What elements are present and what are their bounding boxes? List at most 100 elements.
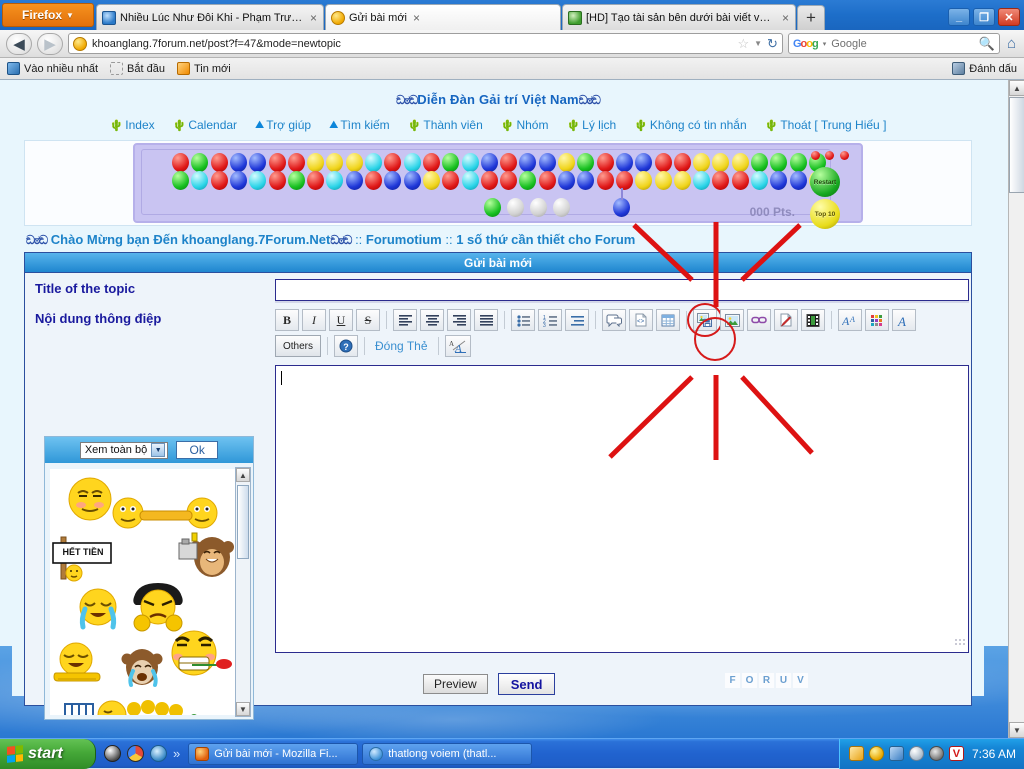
smiley-rose-in-teeth[interactable] bbox=[162, 627, 232, 686]
scroll-up-icon[interactable]: ▲ bbox=[236, 468, 250, 482]
firefox-menu-button[interactable]: Firefox ▼ bbox=[2, 3, 94, 27]
bold-button[interactable]: B bbox=[275, 309, 299, 331]
forward-button[interactable]: ▶ bbox=[37, 33, 63, 55]
font-face-button[interactable]: A bbox=[892, 309, 916, 331]
nav-link-members[interactable]: 🌵Thành viên bbox=[408, 118, 483, 132]
resize-handle[interactable] bbox=[955, 639, 965, 649]
send-button[interactable]: Send bbox=[498, 673, 556, 695]
nav-link-messages[interactable]: 🌵Không có tin nhắn bbox=[634, 118, 746, 132]
align-right-button[interactable] bbox=[447, 309, 471, 331]
vietkey-icon[interactable]: V bbox=[949, 746, 964, 761]
smilies-scrollbar-thumb[interactable] bbox=[237, 485, 249, 559]
page-scrollbar-thumb[interactable] bbox=[1009, 97, 1024, 193]
chevron-down-icon[interactable]: ▾ bbox=[823, 40, 827, 48]
magnifier-icon[interactable]: 🔍 bbox=[979, 36, 995, 52]
nav-link-groups[interactable]: 🌵Nhóm bbox=[501, 118, 549, 132]
insert-image-button[interactable] bbox=[720, 309, 744, 331]
game-shooter-ball[interactable] bbox=[613, 198, 630, 217]
others-button[interactable]: Others bbox=[275, 335, 321, 357]
help-button[interactable]: ? bbox=[334, 335, 358, 357]
smiley-sign-het-tien[interactable]: HẾT TIỀN bbox=[52, 535, 114, 590]
remove-format-button[interactable]: AA bbox=[445, 335, 471, 357]
insert-link-button[interactable] bbox=[747, 309, 771, 331]
back-button[interactable]: ◀ bbox=[6, 33, 32, 55]
align-center-button[interactable] bbox=[420, 309, 444, 331]
smiley-piano[interactable] bbox=[64, 699, 214, 715]
font-size-button[interactable]: AA bbox=[838, 309, 862, 331]
scroll-down-icon[interactable]: ▼ bbox=[1009, 722, 1024, 738]
smilies-grid[interactable]: HẾT TIỀN bbox=[50, 469, 235, 715]
bookmark-most-visited[interactable]: Vào nhiều nhất bbox=[7, 62, 98, 75]
bookmark-manager-button[interactable]: Đánh dấu bbox=[952, 62, 1017, 75]
smiley-crying-laughing[interactable] bbox=[72, 587, 124, 634]
game-restart-button[interactable]: Restart bbox=[810, 167, 840, 197]
mail-icon[interactable] bbox=[849, 746, 864, 761]
smilies-category-select[interactable]: Xem toàn bộ ▼ bbox=[80, 442, 168, 459]
bookmark-latest-headlines[interactable]: Tin mới bbox=[177, 62, 231, 75]
bullet-list-button[interactable] bbox=[511, 309, 535, 331]
nav-link-profile[interactable]: 🌵Lý lịch bbox=[566, 118, 616, 132]
new-tab-button[interactable]: + bbox=[797, 5, 825, 30]
nav-link-index[interactable]: 🌵Index bbox=[110, 118, 155, 132]
numbered-list-button[interactable]: 123 bbox=[538, 309, 562, 331]
chrome-icon[interactable] bbox=[127, 745, 144, 762]
bubble-shooter-game[interactable]: 000 Pts. Restart Top 10 bbox=[133, 143, 863, 223]
volume-icon[interactable] bbox=[929, 746, 944, 761]
yahoo-smiley-icon[interactable] bbox=[869, 746, 884, 761]
browser-tab-3[interactable]: [HD] Tạo tài sản bên dưới bài viết với C… bbox=[562, 4, 796, 30]
taskbar-clock[interactable]: 7:36 AM bbox=[969, 747, 1016, 761]
breadcrumb-link-forumotium[interactable]: Forumotium bbox=[366, 232, 442, 247]
flash-game-banner[interactable]: 000 Pts. Restart Top 10 bbox=[24, 140, 972, 226]
smilies-ok-button[interactable]: Ok bbox=[176, 441, 218, 459]
host-image-button[interactable] bbox=[693, 309, 717, 331]
page-scrollbar[interactable]: ▲ ▼ bbox=[1008, 80, 1024, 738]
search-input[interactable]: Google bbox=[831, 38, 974, 50]
close-icon[interactable]: × bbox=[308, 11, 319, 25]
align-left-button[interactable] bbox=[393, 309, 417, 331]
close-tags-button[interactable]: Đóng Thẻ bbox=[371, 339, 431, 353]
chevron-down-icon[interactable]: ▼ bbox=[151, 443, 165, 457]
italic-button[interactable]: I bbox=[302, 309, 326, 331]
close-icon[interactable]: × bbox=[780, 11, 791, 25]
preview-button[interactable]: Preview bbox=[423, 674, 488, 694]
smilies-scrollbar[interactable]: ▲ ▼ bbox=[235, 467, 251, 717]
close-window-button[interactable]: ✕ bbox=[998, 8, 1020, 26]
smiley-monkey-camera[interactable] bbox=[178, 529, 234, 584]
start-button[interactable]: start bbox=[0, 739, 96, 769]
show-more-icon[interactable]: » bbox=[173, 746, 180, 761]
taskbar-window-firefox[interactable]: Gửi bài mới - Mozilla Fi... bbox=[188, 743, 358, 765]
bookmark-star-icon[interactable]: ☆ bbox=[737, 36, 749, 52]
bookmark-getting-started[interactable]: Bắt đầu bbox=[110, 62, 165, 75]
game-top10-button[interactable]: Top 10 bbox=[810, 199, 840, 229]
scroll-up-icon[interactable]: ▲ bbox=[1009, 80, 1024, 96]
smiley-blank-slot[interactable] bbox=[116, 531, 174, 583]
search-bar[interactable]: Goog ▾ Google 🔍 bbox=[788, 33, 1000, 54]
network-icon[interactable] bbox=[889, 746, 904, 761]
browser-tab-1[interactable]: Nhiều Lúc Như Đôi Khi - Phạm Trưởng (VB.… bbox=[96, 4, 324, 30]
game-playfield[interactable] bbox=[141, 149, 831, 215]
minimize-button[interactable]: _ bbox=[948, 8, 970, 26]
smiley-laughing-hands[interactable] bbox=[52, 641, 108, 690]
code-button[interactable]: <> bbox=[629, 309, 653, 331]
maximize-button[interactable]: ❐ bbox=[973, 8, 995, 26]
flash-button[interactable] bbox=[774, 309, 798, 331]
chevron-down-icon[interactable]: ▼ bbox=[754, 39, 762, 48]
internet-explorer-icon[interactable] bbox=[150, 745, 167, 762]
nav-link-help[interactable]: ⛰Trợ giúp bbox=[255, 118, 311, 132]
unikey-bot-icon[interactable] bbox=[909, 746, 924, 761]
align-justify-button[interactable] bbox=[474, 309, 498, 331]
opera-icon[interactable] bbox=[104, 745, 121, 762]
quote-button[interactable] bbox=[602, 309, 626, 331]
nav-link-logout[interactable]: 🌵Thoát [ Trung Hiếu ] bbox=[765, 118, 887, 132]
table-button[interactable] bbox=[656, 309, 680, 331]
breadcrumb-link-category[interactable]: 1 số thứ cần thiết cho Forum bbox=[456, 232, 635, 247]
reload-icon[interactable]: ↻ bbox=[767, 36, 778, 52]
nav-link-search[interactable]: ⛰Tìm kiếm bbox=[329, 118, 390, 132]
strikethrough-button[interactable]: S bbox=[356, 309, 380, 331]
smiley-crying-monkey[interactable] bbox=[116, 645, 168, 694]
smiley-smirk-blush[interactable] bbox=[66, 475, 114, 524]
font-color-button[interactable] bbox=[865, 309, 889, 331]
scroll-down-icon[interactable]: ▼ bbox=[236, 702, 250, 716]
browser-tab-2[interactable]: Gửi bài mới × bbox=[325, 4, 561, 30]
home-button[interactable]: ⌂ bbox=[1005, 35, 1018, 52]
